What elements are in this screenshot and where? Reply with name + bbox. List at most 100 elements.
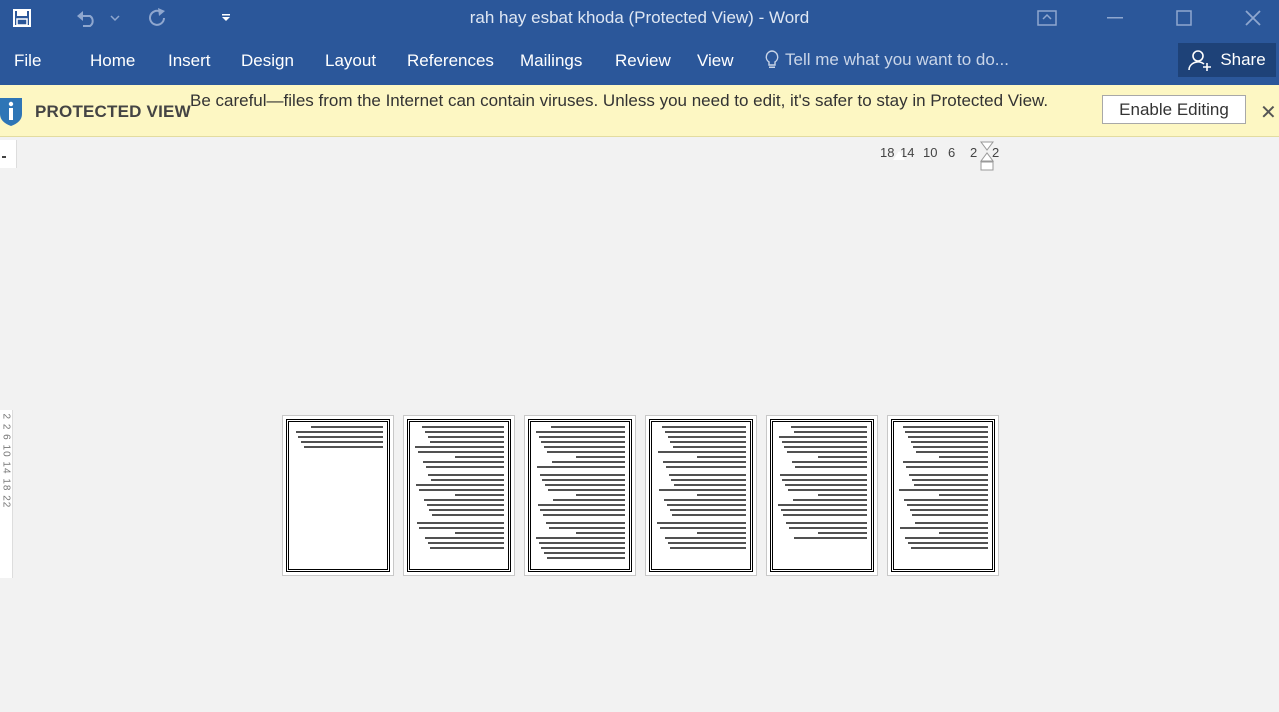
- protected-view-bar: PROTECTED VIEW Be careful—files from the…: [0, 85, 1279, 137]
- ribbon-tabs: File Home Insert Design Layout Reference…: [0, 36, 1279, 85]
- ruler-tick: 6: [948, 145, 956, 160]
- person-add-icon: [1188, 49, 1212, 71]
- horizontal-ruler: 18 14 10 6 2 2: [880, 141, 1000, 171]
- tab-view[interactable]: View: [697, 51, 734, 71]
- text-line: [575, 494, 625, 496]
- tell-me-placeholder: Tell me what you want to do...: [785, 50, 1009, 69]
- text-line: [910, 547, 988, 549]
- text-line: [657, 451, 746, 453]
- text-line: [783, 514, 867, 516]
- text-line: [906, 466, 988, 468]
- text-line: [414, 446, 504, 448]
- text-line: [794, 431, 867, 433]
- text-line: [665, 537, 746, 539]
- text-line: [298, 436, 383, 438]
- page-thumbnail-5[interactable]: [766, 415, 878, 576]
- text-line: [668, 474, 746, 476]
- text-line: [432, 514, 504, 516]
- text-line: [795, 466, 867, 468]
- text-line: [665, 466, 746, 468]
- text-line: [430, 441, 504, 443]
- page-thumbnail-2[interactable]: [403, 415, 515, 576]
- text-line: [788, 527, 867, 529]
- text-line: [938, 456, 988, 458]
- text-line: [667, 542, 746, 544]
- text-line: [426, 504, 504, 506]
- enable-editing-button[interactable]: Enable Editing: [1102, 95, 1246, 124]
- text-line: [535, 431, 625, 433]
- text-line: [454, 532, 504, 534]
- close-message-bar-icon[interactable]: ✕: [1260, 100, 1277, 125]
- text-line: [912, 514, 988, 516]
- page-thumbnail-4[interactable]: [645, 415, 757, 576]
- lightbulb-icon: [765, 50, 779, 70]
- text-line: [544, 484, 625, 486]
- text-line: [911, 479, 988, 481]
- ribbon-display-options-icon[interactable]: [1024, 0, 1070, 36]
- page-thumbnail-1[interactable]: [282, 415, 394, 576]
- text-line: [664, 499, 746, 501]
- tab-home[interactable]: Home: [90, 51, 135, 71]
- text-line: [817, 456, 867, 458]
- text-line: [416, 522, 504, 524]
- text-line: [817, 494, 867, 496]
- tell-me-search[interactable]: Tell me what you want to do...: [765, 48, 1009, 72]
- text-line: [780, 509, 867, 511]
- close-icon[interactable]: [1230, 0, 1276, 36]
- minimize-icon[interactable]: [1092, 0, 1138, 36]
- text-line: [672, 514, 746, 516]
- protected-view-label: PROTECTED VIEW: [35, 102, 191, 121]
- text-line: [782, 479, 867, 481]
- text-line: [538, 436, 625, 438]
- tab-insert[interactable]: Insert: [168, 51, 211, 71]
- text-line: [544, 552, 625, 554]
- text-line: [671, 479, 746, 481]
- text-line: [552, 461, 625, 463]
- text-line: [539, 474, 625, 476]
- ruler-tick: 2: [970, 145, 978, 160]
- tab-design[interactable]: Design: [241, 51, 294, 71]
- text-line: [907, 504, 988, 506]
- tab-review[interactable]: Review: [615, 51, 671, 71]
- text-line: [696, 532, 746, 534]
- text-line: [786, 451, 867, 453]
- document-area[interactable]: [0, 137, 1279, 712]
- text-line: [428, 474, 504, 476]
- text-line: [536, 466, 625, 468]
- text-line: [910, 441, 988, 443]
- text-line: [670, 547, 746, 549]
- share-button[interactable]: Share: [1178, 43, 1276, 77]
- text-line: [541, 547, 625, 549]
- share-label: Share: [1220, 50, 1266, 69]
- text-line: [794, 537, 867, 539]
- text-line: [295, 431, 383, 433]
- maximize-icon[interactable]: [1161, 0, 1207, 36]
- page-thumbnail-3[interactable]: [524, 415, 636, 576]
- text-line: [898, 489, 988, 491]
- text-line: [542, 479, 625, 481]
- tab-file[interactable]: File: [14, 51, 41, 71]
- text-line: [544, 446, 625, 448]
- text-line: [537, 504, 625, 506]
- tab-layout[interactable]: Layout: [325, 51, 376, 71]
- text-line: [792, 461, 867, 463]
- text-line: [916, 451, 988, 453]
- page-thumbnail-6[interactable]: [887, 415, 999, 576]
- text-line: [905, 431, 988, 433]
- text-line: [667, 436, 746, 438]
- text-line: [424, 431, 504, 433]
- text-line: [674, 484, 746, 486]
- vertical-ruler-ticks: 2 2 6 10 14 18 22: [0, 413, 12, 509]
- text-line: [454, 456, 504, 458]
- tab-references[interactable]: References: [407, 51, 494, 71]
- text-line: [938, 494, 988, 496]
- text-line: [791, 426, 867, 428]
- indent-marker-left[interactable]: [893, 151, 905, 160]
- indent-marker-right[interactable]: [980, 141, 994, 171]
- text-line: [423, 499, 504, 501]
- text-line: [575, 456, 625, 458]
- tab-mailings[interactable]: Mailings: [520, 51, 582, 71]
- text-line: [662, 426, 746, 428]
- text-line: [419, 527, 504, 529]
- text-line: [899, 527, 988, 529]
